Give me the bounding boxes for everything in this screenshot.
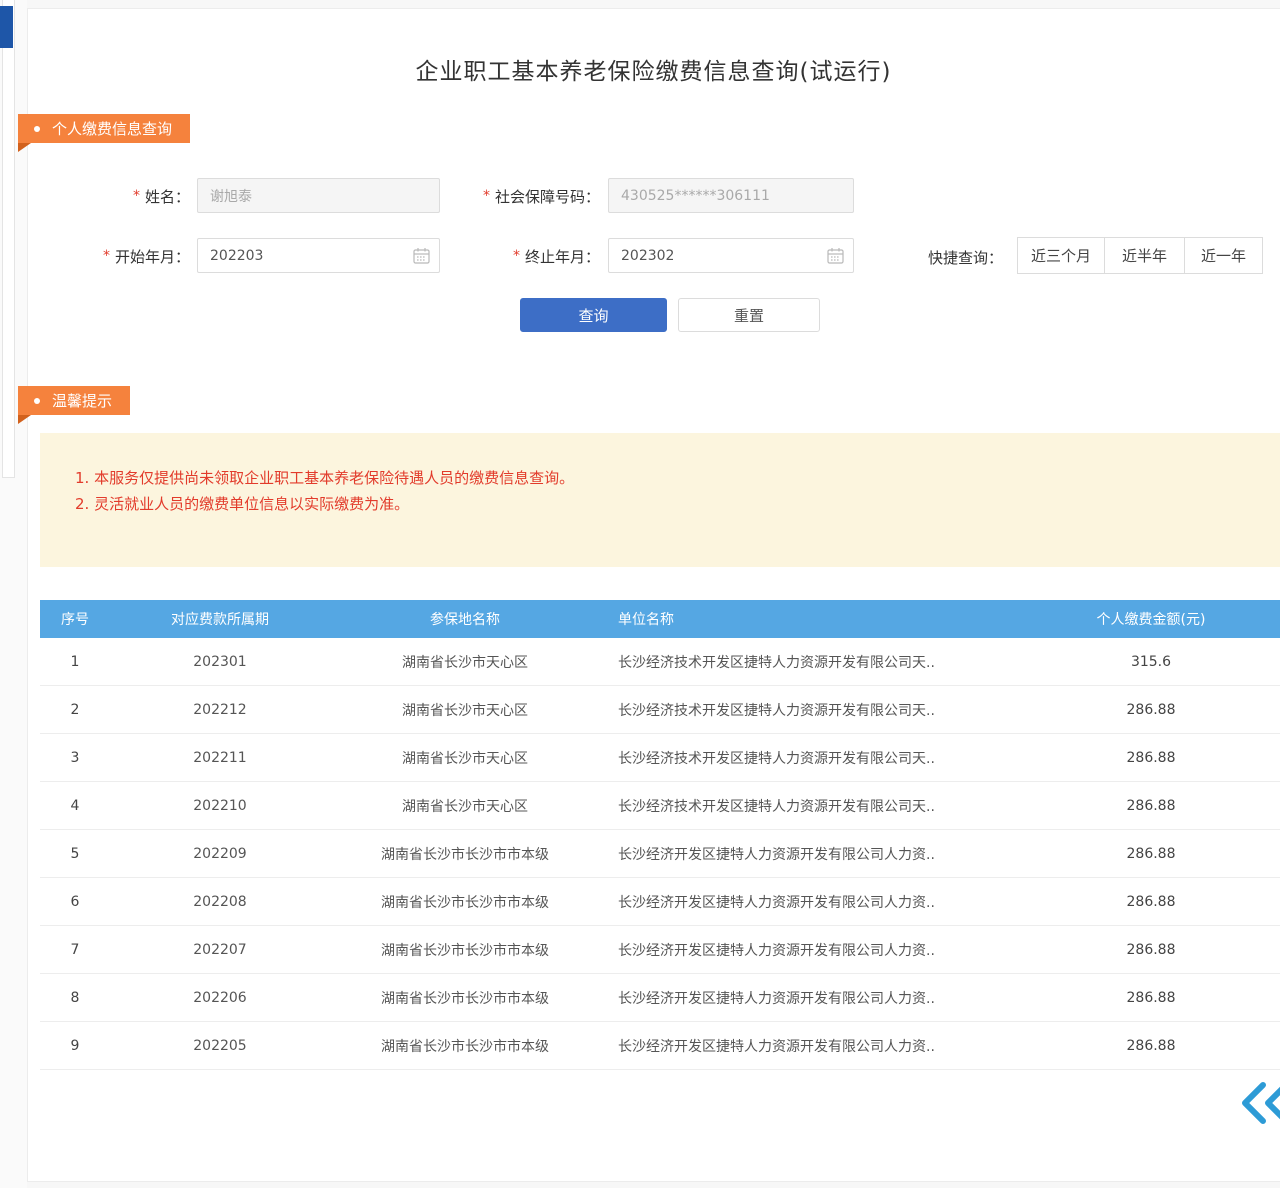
- name-label: * 姓名：: [40, 186, 190, 206]
- tips-box: 1. 本服务仅提供尚未领取企业职工基本养老保险待遇人员的缴费信息查询。 2. 灵…: [40, 433, 1280, 567]
- cell-no: 1: [40, 654, 110, 670]
- cell-company: 长沙经济技术开发区捷特人力资源开发有限公司天..: [600, 700, 1040, 720]
- cell-amount: 286.88: [1040, 990, 1262, 1006]
- table-row: 9202205湖南省长沙市长沙市市本级长沙经济开发区捷特人力资源开发有限公司人力…: [40, 1022, 1280, 1070]
- page-title: 企业职工基本养老保险缴费信息查询(试运行): [27, 52, 1280, 86]
- column-header-area: 参保地名称: [330, 609, 600, 629]
- section-header-label: 温馨提示: [52, 390, 112, 411]
- cell-company: 长沙经济技术开发区捷特人力资源开发有限公司天..: [600, 748, 1040, 768]
- cell-no: 7: [40, 942, 110, 958]
- cell-amount: 286.88: [1040, 1038, 1262, 1054]
- table-header-row: 序号对应费款所属期参保地名称单位名称个人缴费金额(元): [40, 600, 1280, 638]
- tip-line-2: 2. 灵活就业人员的缴费单位信息以实际缴费为准。: [75, 491, 1260, 517]
- cell-company: 长沙经济开发区捷特人力资源开发有限公司人力资..: [600, 940, 1040, 960]
- cell-amount: 315.6: [1040, 654, 1262, 670]
- cell-area: 湖南省长沙市天心区: [330, 652, 600, 672]
- section-header-label: 个人缴费信息查询: [52, 118, 172, 139]
- cell-no: 2: [40, 702, 110, 718]
- column-header-no: 序号: [40, 609, 110, 629]
- column-header-company: 单位名称: [600, 609, 1040, 629]
- section-header-tips: 温馨提示: [18, 386, 130, 415]
- required-marker: *: [133, 188, 140, 204]
- table-row: 2202212湖南省长沙市天心区长沙经济技术开发区捷特人力资源开发有限公司天..…: [40, 686, 1280, 734]
- ribbon-fold: [18, 415, 31, 424]
- cell-period: 202212: [110, 702, 330, 718]
- quick-btn-last-3-months[interactable]: 近三个月: [1017, 237, 1105, 274]
- cell-company: 长沙经济技术开发区捷特人力资源开发有限公司天..: [600, 796, 1040, 816]
- cell-area: 湖南省长沙市长沙市市本级: [330, 940, 600, 960]
- cell-period: 202210: [110, 798, 330, 814]
- cell-period: 202206: [110, 990, 330, 1006]
- query-button[interactable]: 查询: [520, 298, 667, 332]
- cell-amount: 286.88: [1040, 846, 1262, 862]
- cell-area: 湖南省长沙市长沙市市本级: [330, 1036, 600, 1056]
- required-marker: *: [103, 248, 110, 264]
- cell-period: 202205: [110, 1038, 330, 1054]
- cell-amount: 286.88: [1040, 798, 1262, 814]
- cell-amount: 286.88: [1040, 750, 1262, 766]
- table-row: 7202207湖南省长沙市长沙市市本级长沙经济开发区捷特人力资源开发有限公司人力…: [40, 926, 1280, 974]
- ssn-label: * 社会保障号码：: [440, 186, 600, 206]
- cell-amount: 286.88: [1040, 894, 1262, 910]
- table-row: 6202208湖南省长沙市长沙市市本级长沙经济开发区捷特人力资源开发有限公司人力…: [40, 878, 1280, 926]
- double-chevron-left-icon[interactable]: [1236, 1078, 1280, 1128]
- cell-no: 8: [40, 990, 110, 1006]
- cell-period: 202211: [110, 750, 330, 766]
- quick-query-label: 快捷查询：: [928, 247, 1003, 268]
- bullet-dot-icon: [34, 398, 40, 404]
- cell-area: 湖南省长沙市长沙市市本级: [330, 892, 600, 912]
- cell-no: 5: [40, 846, 110, 862]
- quick-btn-last-half-year[interactable]: 近半年: [1104, 237, 1185, 274]
- calendar-icon[interactable]: [413, 247, 430, 264]
- cell-no: 4: [40, 798, 110, 814]
- collapsed-sidebar-panel: [2, 0, 15, 478]
- cell-company: 长沙经济开发区捷特人力资源开发有限公司人力资..: [600, 892, 1040, 912]
- quick-btn-last-year[interactable]: 近一年: [1184, 237, 1263, 274]
- table-row: 1202301湖南省长沙市天心区长沙经济技术开发区捷特人力资源开发有限公司天..…: [40, 638, 1280, 686]
- end-month-input[interactable]: [608, 238, 854, 273]
- cell-amount: 286.88: [1040, 702, 1262, 718]
- cell-area: 湖南省长沙市天心区: [330, 700, 600, 720]
- cell-company: 长沙经济开发区捷特人力资源开发有限公司人力资..: [600, 988, 1040, 1008]
- cell-company: 长沙经济技术开发区捷特人力资源开发有限公司天..: [600, 652, 1040, 672]
- cell-area: 湖南省长沙市天心区: [330, 796, 600, 816]
- cell-area: 湖南省长沙市长沙市市本级: [330, 988, 600, 1008]
- cell-period: 202209: [110, 846, 330, 862]
- column-header-period: 对应费款所属期: [110, 609, 330, 629]
- cell-period: 202301: [110, 654, 330, 670]
- ribbon-fold: [18, 143, 31, 152]
- table-row: 5202209湖南省长沙市长沙市市本级长沙经济开发区捷特人力资源开发有限公司人力…: [40, 830, 1280, 878]
- reset-button[interactable]: 重置: [678, 298, 820, 332]
- results-table: 序号对应费款所属期参保地名称单位名称个人缴费金额(元) 1202301湖南省长沙…: [40, 600, 1280, 1070]
- cell-no: 3: [40, 750, 110, 766]
- cell-amount: 286.88: [1040, 942, 1262, 958]
- table-row: 4202210湖南省长沙市天心区长沙经济技术开发区捷特人力资源开发有限公司天..…: [40, 782, 1280, 830]
- quick-query-group: 近三个月 近半年 近一年: [1017, 237, 1263, 274]
- table-body: 1202301湖南省长沙市天心区长沙经济技术开发区捷特人力资源开发有限公司天..…: [40, 638, 1280, 1070]
- column-header-amount: 个人缴费金额(元): [1040, 609, 1262, 629]
- name-input[interactable]: [197, 178, 440, 213]
- start-month-input[interactable]: [197, 238, 440, 273]
- required-marker: *: [483, 188, 490, 204]
- cell-no: 6: [40, 894, 110, 910]
- calendar-icon[interactable]: [827, 247, 844, 264]
- table-row: 8202206湖南省长沙市长沙市市本级长沙经济开发区捷特人力资源开发有限公司人力…: [40, 974, 1280, 1022]
- cell-company: 长沙经济开发区捷特人力资源开发有限公司人力资..: [600, 844, 1040, 864]
- cell-area: 湖南省长沙市长沙市市本级: [330, 844, 600, 864]
- required-marker: *: [513, 248, 520, 264]
- cell-period: 202207: [110, 942, 330, 958]
- cell-period: 202208: [110, 894, 330, 910]
- cell-no: 9: [40, 1038, 110, 1054]
- ssn-input[interactable]: [608, 178, 854, 213]
- end-month-label: * 终止年月：: [440, 246, 600, 266]
- cell-area: 湖南省长沙市天心区: [330, 748, 600, 768]
- page: 企业职工基本养老保险缴费信息查询(试运行) 个人缴费信息查询 * 姓名： * 社…: [0, 0, 1280, 1188]
- sidebar-collapsed-bar: [0, 6, 13, 48]
- table-row: 3202211湖南省长沙市天心区长沙经济技术开发区捷特人力资源开发有限公司天..…: [40, 734, 1280, 782]
- section-header-personal-query: 个人缴费信息查询: [18, 114, 190, 143]
- cell-company: 长沙经济开发区捷特人力资源开发有限公司人力资..: [600, 1036, 1040, 1056]
- start-month-label: * 开始年月：: [40, 246, 190, 266]
- tip-line-1: 1. 本服务仅提供尚未领取企业职工基本养老保险待遇人员的缴费信息查询。: [75, 465, 1260, 491]
- bullet-dot-icon: [34, 126, 40, 132]
